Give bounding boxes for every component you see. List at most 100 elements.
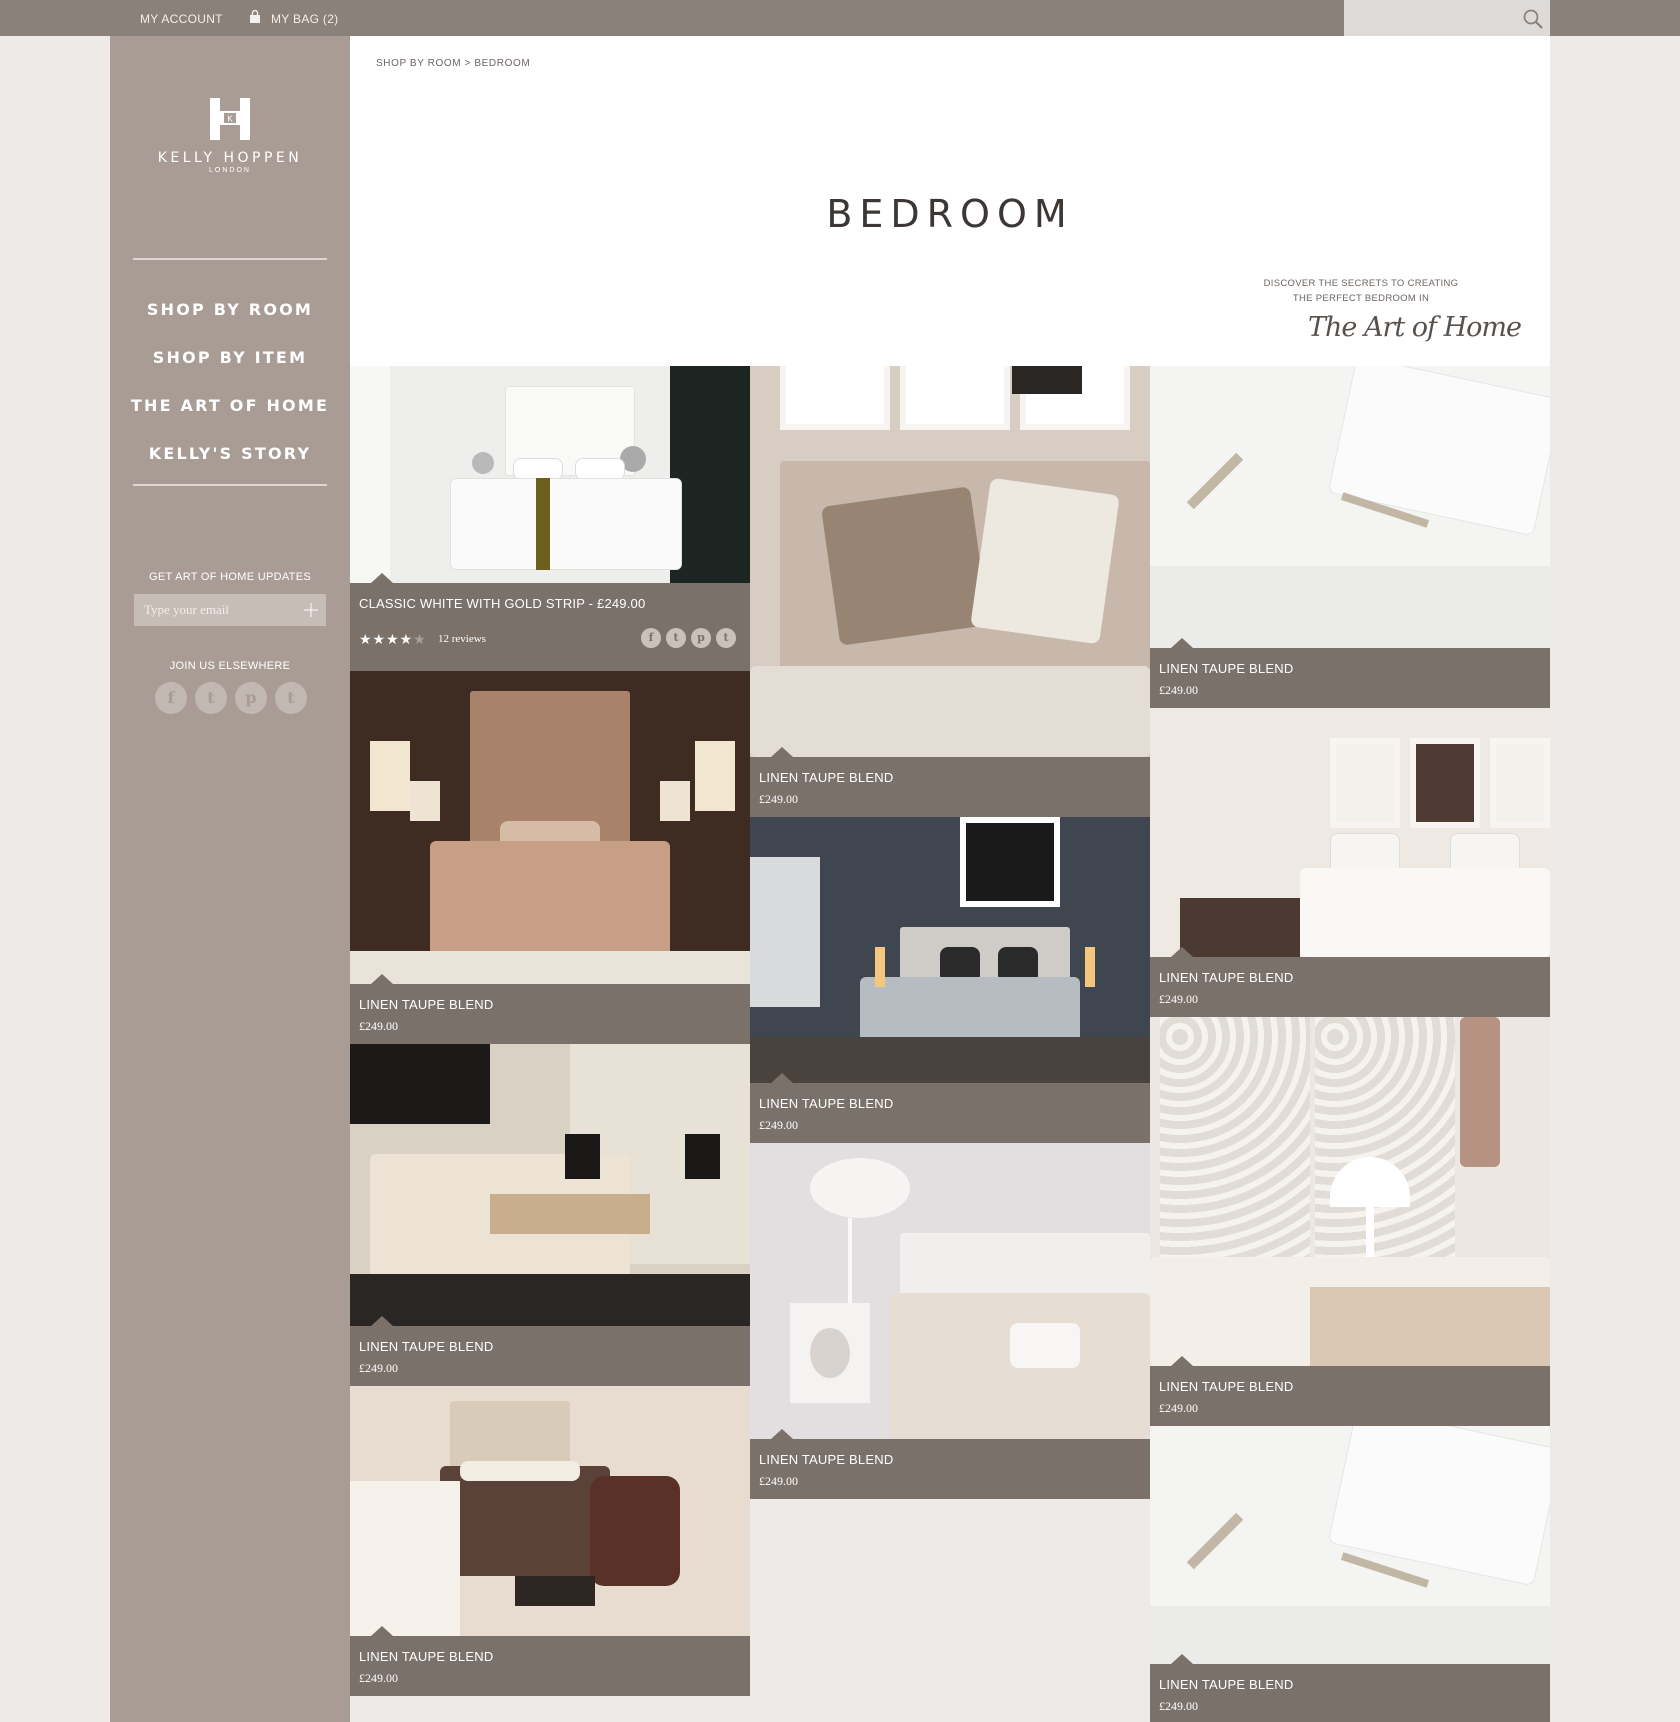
- top-bar: MY ACCOUNT MY BAG (2): [0, 0, 1680, 36]
- product-name[interactable]: LINEN TAUPE BLEND: [1159, 661, 1541, 677]
- product-name[interactable]: LINEN TAUPE BLEND: [1159, 1379, 1541, 1395]
- product-tile[interactable]: LINEN TAUPE BLEND £249.00: [1150, 366, 1550, 708]
- sidebar: K KELLY HOPPEN LONDON SHOP BY ROOM SHOP …: [110, 36, 350, 1722]
- facebook-icon[interactable]: f: [155, 682, 187, 714]
- product-image[interactable]: [350, 366, 750, 583]
- product-tile[interactable]: LINEN TAUPE BLEND £249.00: [750, 817, 1150, 1143]
- product-tile[interactable]: LINEN TAUPE BLEND £249.00: [1150, 1017, 1550, 1426]
- my-bag-link[interactable]: MY BAG (2): [271, 12, 338, 26]
- main-nav: SHOP BY ROOM SHOP BY ITEM THE ART OF HOM…: [110, 286, 350, 478]
- svg-text:K: K: [227, 115, 233, 124]
- product-name[interactable]: LINEN TAUPE BLEND: [1159, 1677, 1541, 1693]
- product-name[interactable]: LINEN TAUPE BLEND: [359, 997, 741, 1013]
- reviews-link[interactable]: 12 reviews: [438, 633, 486, 645]
- product-caption: LINEN TAUPE BLEND £249.00: [1150, 1356, 1550, 1426]
- promo-line-1: DISCOVER THE SECRETS TO CREATING: [1263, 278, 1459, 289]
- brand-logo[interactable]: K KELLY HOPPEN LONDON: [110, 98, 350, 174]
- search-input[interactable]: [1344, 0, 1514, 36]
- plus-icon[interactable]: [304, 603, 318, 617]
- product-name[interactable]: CLASSIC WHITE WITH GOLD STRIP - £249.00: [359, 596, 741, 612]
- email-input[interactable]: [134, 594, 294, 626]
- breadcrumb[interactable]: SHOP BY ROOM > BEDROOM: [376, 58, 530, 69]
- product-caption: LINEN TAUPE BLEND £249.00: [1150, 638, 1550, 708]
- brand-name: KELLY HOPPEN: [157, 150, 303, 166]
- my-account-link[interactable]: MY ACCOUNT: [140, 12, 223, 26]
- newsletter-heading: GET ART OF HOME UPDATES: [149, 571, 311, 583]
- product-tile[interactable]: CLASSIC WHITE WITH GOLD STRIP - £249.00 …: [350, 366, 750, 671]
- product-caption: LINEN TAUPE BLEND £249.00: [1150, 947, 1550, 1017]
- product-name[interactable]: LINEN TAUPE BLEND: [759, 770, 1141, 786]
- product-price: £249.00: [759, 792, 798, 806]
- art-of-home-logo[interactable]: The Art of Home: [1308, 312, 1522, 343]
- product-caption: LINEN TAUPE BLEND £249.00: [750, 1429, 1150, 1499]
- product-caption: CLASSIC WHITE WITH GOLD STRIP - £249.00 …: [350, 573, 750, 671]
- product-name[interactable]: LINEN TAUPE BLEND: [759, 1452, 1141, 1468]
- brand-city: LONDON: [209, 167, 251, 174]
- product-name[interactable]: LINEN TAUPE BLEND: [359, 1339, 741, 1355]
- social-links: f t p t: [155, 682, 307, 714]
- product-price: £249.00: [359, 1671, 398, 1685]
- product-caption: LINEN TAUPE BLEND £249.00: [750, 747, 1150, 817]
- product-price: £249.00: [1159, 992, 1198, 1006]
- product-image[interactable]: [1150, 1017, 1550, 1366]
- shopping-bag-icon[interactable]: [249, 10, 261, 23]
- nav-shop-by-item[interactable]: SHOP BY ITEM: [110, 334, 350, 382]
- facebook-icon[interactable]: f: [641, 628, 661, 648]
- promo-line-2: THE PERFECT BEDROOM IN: [1292, 293, 1430, 304]
- product-tile[interactable]: LINEN TAUPE BLEND £249.00: [350, 671, 750, 1044]
- pinterest-icon[interactable]: p: [235, 682, 267, 714]
- product-image[interactable]: [350, 1044, 750, 1326]
- product-price: £249.00: [359, 1361, 398, 1375]
- product-price: £249.00: [1159, 1699, 1198, 1713]
- product-caption: LINEN TAUPE BLEND £249.00: [350, 1626, 750, 1696]
- product-caption: LINEN TAUPE BLEND £249.00: [1150, 1654, 1550, 1722]
- product-caption: LINEN TAUPE BLEND £249.00: [750, 1073, 1150, 1143]
- newsletter-form: [134, 594, 326, 626]
- product-price: £249.00: [1159, 683, 1198, 697]
- product-name[interactable]: LINEN TAUPE BLEND: [1159, 970, 1541, 986]
- product-tile[interactable]: LINEN TAUPE BLEND £249.00: [350, 1386, 750, 1696]
- product-tile[interactable]: LINEN TAUPE BLEND £249.00: [750, 366, 1150, 817]
- product-tile[interactable]: LINEN TAUPE BLEND £249.00: [750, 1143, 1150, 1499]
- product-image[interactable]: [350, 671, 750, 984]
- social-heading: JOIN US ELSEWHERE: [169, 660, 291, 672]
- divider: [133, 484, 327, 486]
- promo-text: DISCOVER THE SECRETS TO CREATING THE PER…: [1250, 276, 1472, 306]
- product-tile[interactable]: LINEN TAUPE BLEND £249.00: [1150, 708, 1550, 1017]
- product-image[interactable]: [1150, 366, 1550, 648]
- twitter-icon[interactable]: t: [195, 682, 227, 714]
- nav-shop-by-room[interactable]: SHOP BY ROOM: [110, 286, 350, 334]
- tumblr-icon[interactable]: t: [716, 628, 736, 648]
- rating-stars: ★★★★★: [359, 631, 427, 647]
- page-header: SHOP BY ROOM > BEDROOM BEDROOM DISCOVER …: [350, 36, 1550, 366]
- product-image[interactable]: [750, 817, 1150, 1083]
- search-box: [1344, 0, 1550, 36]
- product-image[interactable]: [750, 1143, 1150, 1439]
- product-price: £249.00: [359, 1019, 398, 1033]
- product-price: £249.00: [759, 1118, 798, 1132]
- page-title: BEDROOM: [826, 192, 1074, 236]
- product-name[interactable]: LINEN TAUPE BLEND: [359, 1649, 741, 1665]
- twitter-icon[interactable]: t: [666, 628, 686, 648]
- product-caption: LINEN TAUPE BLEND £249.00: [350, 974, 750, 1044]
- product-tile[interactable]: LINEN TAUPE BLEND £249.00: [350, 1044, 750, 1386]
- nav-kellys-story[interactable]: KELLY'S STORY: [110, 430, 350, 478]
- product-price: £249.00: [1159, 1401, 1198, 1415]
- product-column: LINEN TAUPE BLEND £249.00 LINEN TAUPE BL…: [750, 366, 1150, 1499]
- product-column: CLASSIC WHITE WITH GOLD STRIP - £249.00 …: [350, 366, 750, 1696]
- product-price: £249.00: [759, 1474, 798, 1488]
- product-image[interactable]: [1150, 1426, 1550, 1664]
- search-icon[interactable]: [1522, 8, 1544, 30]
- product-tile[interactable]: LINEN TAUPE BLEND £249.00: [1150, 1426, 1550, 1722]
- product-image[interactable]: [350, 1386, 750, 1636]
- pinterest-icon[interactable]: p: [691, 628, 711, 648]
- product-image[interactable]: [750, 366, 1150, 757]
- nav-the-art-of-home[interactable]: THE ART OF HOME: [110, 382, 350, 430]
- divider: [133, 258, 327, 260]
- tumblr-icon[interactable]: t: [275, 682, 307, 714]
- kelly-hoppen-monogram-icon: K: [210, 98, 250, 140]
- product-image[interactable]: [1150, 708, 1550, 957]
- share-icons: f t p t: [641, 628, 736, 648]
- product-name[interactable]: LINEN TAUPE BLEND: [759, 1096, 1141, 1112]
- product-column: LINEN TAUPE BLEND £249.00 LINEN TAUPE BL…: [1150, 366, 1550, 1722]
